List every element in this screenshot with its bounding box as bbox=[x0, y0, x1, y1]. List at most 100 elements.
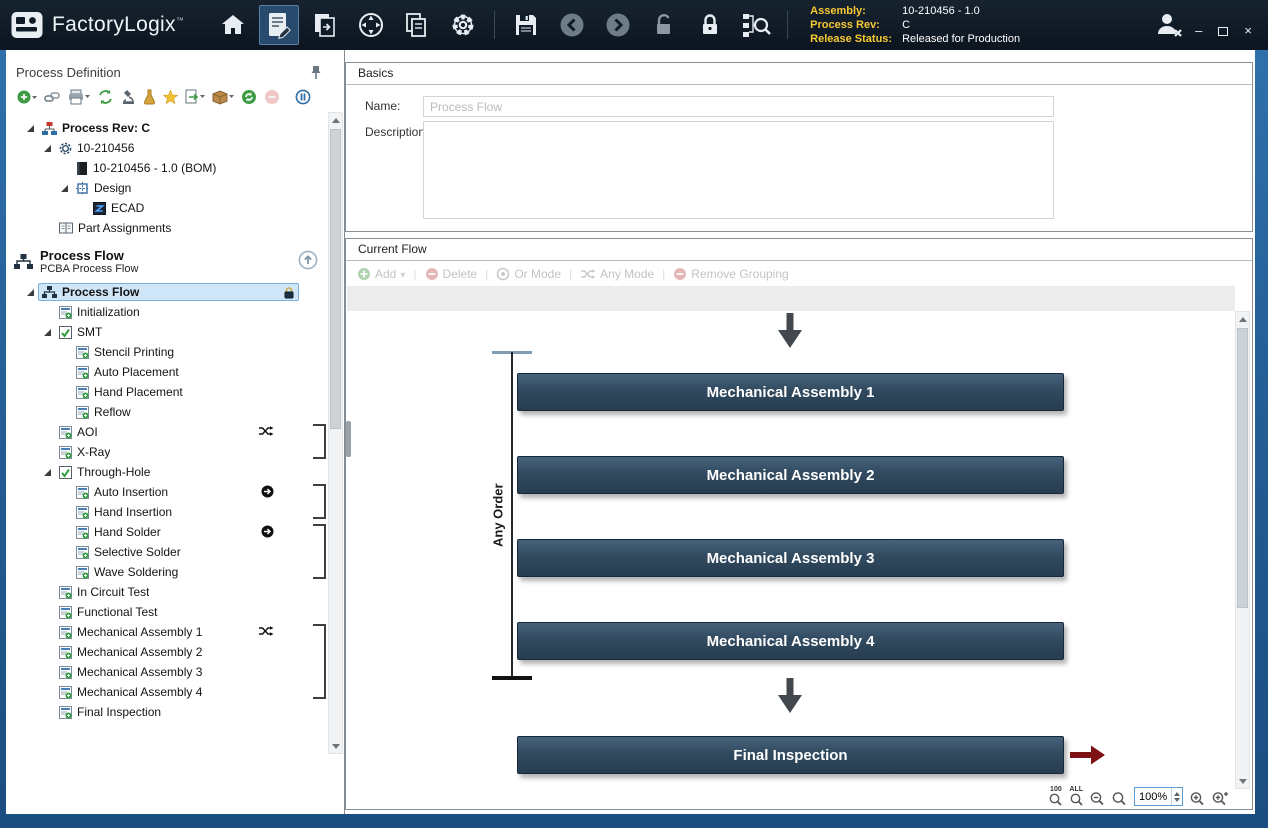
home-icon[interactable] bbox=[213, 5, 253, 45]
tree-expander-icon[interactable] bbox=[24, 121, 38, 135]
scroll-down-icon[interactable] bbox=[329, 739, 342, 753]
zoom-in-button[interactable] bbox=[1190, 791, 1205, 806]
tree-item-hand-placement[interactable]: Hand Placement bbox=[6, 382, 326, 402]
tree-item-auto-insertion[interactable]: Auto Insertion bbox=[6, 482, 326, 502]
tree-item-selective-solder[interactable]: Selective Solder bbox=[6, 542, 326, 562]
tool-icon[interactable] bbox=[143, 89, 156, 105]
tree-item-x-ray[interactable]: X-Ray bbox=[6, 442, 326, 462]
scrollbar-thumb[interactable] bbox=[1237, 328, 1248, 608]
splitter-grip[interactable] bbox=[346, 421, 351, 457]
tree-item-mechanical-assembly-2[interactable]: Mechanical Assembly 2 bbox=[6, 642, 326, 662]
or-mode-button[interactable]: Or Mode bbox=[496, 267, 561, 281]
zoom-out-button[interactable] bbox=[1090, 791, 1105, 806]
link-icon[interactable] bbox=[44, 89, 60, 105]
package-icon[interactable] bbox=[212, 89, 234, 105]
settings-gear-icon[interactable] bbox=[443, 5, 483, 45]
refresh-icon[interactable] bbox=[241, 89, 257, 105]
navigate-icon[interactable] bbox=[351, 5, 391, 45]
export-icon[interactable] bbox=[185, 89, 205, 105]
inspect-icon[interactable] bbox=[121, 89, 136, 105]
tree-item-reflow[interactable]: Reflow bbox=[6, 402, 326, 422]
titlebar: FactoryLogix™ bbox=[0, 0, 1268, 50]
tree-expander-icon[interactable] bbox=[58, 181, 72, 195]
flow-step-box-mechanical-assembly-3[interactable]: Mechanical Assembly 3 bbox=[517, 539, 1064, 577]
tree-item-through-hole[interactable]: Through-Hole bbox=[6, 462, 326, 482]
lock-icon[interactable] bbox=[690, 5, 730, 45]
close-button[interactable]: × bbox=[1244, 24, 1252, 38]
zoom-all-button[interactable]: ALL bbox=[1069, 786, 1083, 806]
scroll-down-icon[interactable] bbox=[1236, 774, 1249, 788]
name-input[interactable] bbox=[423, 96, 1054, 117]
tree-item-hand-solder[interactable]: Hand Solder bbox=[6, 522, 326, 542]
tree-item-design[interactable]: Design bbox=[6, 178, 326, 198]
description-textarea[interactable] bbox=[423, 121, 1054, 219]
zoom-reset-button[interactable] bbox=[1112, 791, 1127, 806]
highlight-icon[interactable] bbox=[163, 90, 178, 105]
locked-icon bbox=[283, 286, 295, 299]
zoom-level-input[interactable] bbox=[1135, 791, 1171, 803]
tree-item-in-circuit-test[interactable]: In Circuit Test bbox=[6, 582, 326, 602]
current-flow-header: Current Flow bbox=[346, 239, 1252, 261]
forward-icon[interactable] bbox=[598, 5, 638, 45]
back-icon[interactable] bbox=[552, 5, 592, 45]
remove-icon[interactable] bbox=[264, 89, 280, 105]
tree-item-auto-placement[interactable]: Auto Placement bbox=[6, 362, 326, 382]
tree-item-initialization[interactable]: Initialization bbox=[6, 302, 326, 322]
tree-item-mechanical-assembly-4[interactable]: Mechanical Assembly 4 bbox=[6, 682, 326, 702]
print-icon[interactable] bbox=[67, 89, 90, 105]
unlock-icon[interactable] bbox=[644, 5, 684, 45]
process-definition-icon[interactable] bbox=[259, 5, 299, 45]
minimize-button[interactable]: – bbox=[1195, 24, 1202, 38]
flow-step-box-mechanical-assembly-4[interactable]: Mechanical Assembly 4 bbox=[517, 622, 1064, 660]
flow-step-box-mechanical-assembly-1[interactable]: Mechanical Assembly 1 bbox=[517, 373, 1064, 411]
search-structure-icon[interactable] bbox=[736, 5, 776, 45]
pause-icon[interactable] bbox=[295, 89, 311, 105]
sync-icon[interactable] bbox=[97, 89, 114, 105]
documents-icon[interactable] bbox=[397, 5, 437, 45]
tree-item-wave-soldering[interactable]: Wave Soldering bbox=[6, 562, 326, 582]
remove-grouping-icon bbox=[673, 267, 687, 281]
tree-expander-icon[interactable] bbox=[41, 325, 55, 339]
pin-icon[interactable] bbox=[310, 65, 322, 80]
tree-item-aoi[interactable]: AOI bbox=[6, 422, 326, 442]
tree-item-process-flow[interactable]: Process Flow bbox=[6, 282, 326, 302]
tree-expander-spacer bbox=[41, 705, 55, 719]
flow-step-box-mechanical-assembly-2[interactable]: Mechanical Assembly 2 bbox=[517, 456, 1064, 494]
maximize-button[interactable] bbox=[1218, 27, 1228, 36]
tree-item-stencil-printing[interactable]: Stencil Printing bbox=[6, 342, 326, 362]
tree-item-10-210456[interactable]: 10-210456 bbox=[6, 138, 326, 158]
zoom-fit-button[interactable] bbox=[1212, 791, 1228, 806]
add-step-icon[interactable] bbox=[16, 89, 37, 105]
tree-expander-icon[interactable] bbox=[24, 285, 38, 299]
release-icon[interactable] bbox=[305, 5, 345, 45]
delete-button[interactable]: Delete bbox=[425, 267, 478, 281]
scroll-up-icon[interactable] bbox=[329, 113, 342, 127]
collapse-up-icon[interactable] bbox=[298, 250, 318, 275]
user-logoff-icon[interactable] bbox=[1154, 10, 1184, 45]
tree-item-smt[interactable]: SMT bbox=[6, 322, 326, 342]
remove-grouping-button[interactable]: Remove Grouping bbox=[673, 267, 788, 281]
tree-item-final-inspection[interactable]: Final Inspection bbox=[6, 702, 326, 722]
tree-item-10-210456-1-0-bom[interactable]: 10-210456 - 1.0 (BOM) bbox=[6, 158, 326, 178]
tree-item-mechanical-assembly-1[interactable]: Mechanical Assembly 1 bbox=[6, 622, 326, 642]
tree-item-part-assignments[interactable]: Part Assignments bbox=[6, 218, 326, 238]
spinner-arrows[interactable] bbox=[1171, 788, 1182, 805]
tree-item-process-rev-c[interactable]: Process Rev: C bbox=[6, 118, 326, 138]
scrollbar-thumb[interactable] bbox=[330, 129, 341, 429]
tree-item-hand-insertion[interactable]: Hand Insertion bbox=[6, 502, 326, 522]
any-mode-button[interactable]: Any Mode bbox=[580, 267, 654, 281]
tree-item-functional-test[interactable]: Functional Test bbox=[6, 602, 326, 622]
tree-expander-icon[interactable] bbox=[41, 465, 55, 479]
tree-item-ecad[interactable]: ECAD bbox=[6, 198, 326, 218]
tree-item-mechanical-assembly-3[interactable]: Mechanical Assembly 3 bbox=[6, 662, 326, 682]
save-icon[interactable] bbox=[506, 5, 546, 45]
zoom-100-button[interactable]: 100 bbox=[1049, 786, 1062, 806]
flow-step-box-final-inspection[interactable]: Final Inspection bbox=[517, 736, 1064, 774]
tree-expander-icon[interactable] bbox=[41, 141, 55, 155]
toolbar-separator: | bbox=[662, 267, 665, 281]
tree-expander-spacer bbox=[41, 425, 55, 439]
tree-item-label: Hand Insertion bbox=[94, 505, 172, 519]
tree-expander-spacer bbox=[58, 565, 72, 579]
add-button[interactable]: Add bbox=[357, 267, 405, 281]
scroll-up-icon[interactable] bbox=[1236, 312, 1249, 326]
